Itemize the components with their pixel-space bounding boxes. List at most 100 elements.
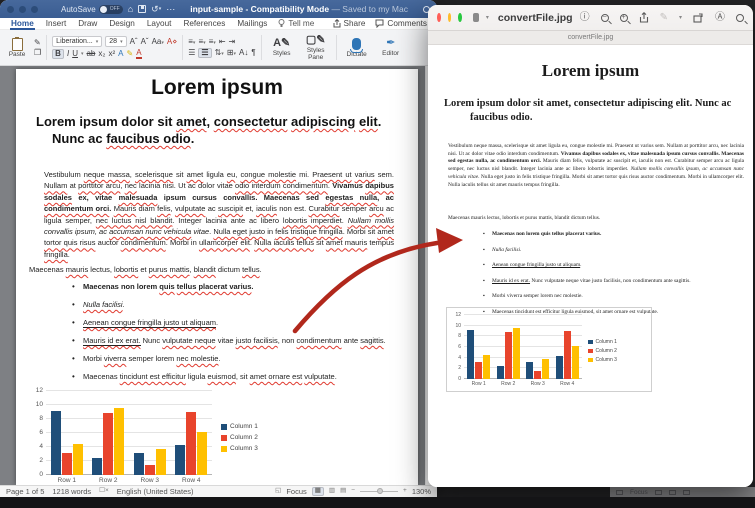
zoom-window-icon[interactable] [458, 13, 462, 22]
sidebar-icon[interactable] [473, 13, 479, 22]
bullet-list-icon[interactable]: ≡▾ [188, 38, 195, 46]
autosave-toggle[interactable]: OFF [99, 5, 123, 14]
styles-pane-label: Styles Pane [301, 47, 331, 61]
web-layout-view-icon[interactable]: ▥ [329, 488, 335, 495]
align-left-icon[interactable]: ☰ [188, 49, 195, 57]
language-indicator[interactable]: English (United States) [117, 487, 194, 496]
close-window-icon[interactable] [437, 13, 441, 22]
tab-layout[interactable]: Layout [146, 19, 173, 28]
markup-pencil-icon[interactable]: ✎ [660, 13, 668, 23]
multilevel-list-icon[interactable]: ≡▾ [209, 38, 216, 46]
autosave-state: OFF [110, 6, 120, 12]
preview-window: ▾ convertFile.jpg ⓘ − + ✎ ▾ Ⓐ convertFil… [428, 5, 753, 487]
styles-icon: A✎ [273, 38, 290, 49]
zoom-window-icon[interactable] [31, 6, 38, 13]
share-button[interactable]: Share [333, 19, 366, 28]
bold-button[interactable]: B [52, 49, 64, 59]
focus-button[interactable]: Focus [286, 487, 306, 496]
chevron-down-icon[interactable]: ▾ [486, 14, 489, 21]
editor-button[interactable]: ✒ Editor [376, 32, 406, 63]
align-justify-icon[interactable]: ☰ [198, 48, 211, 58]
grow-font-icon[interactable]: Aˆ [130, 38, 138, 46]
proofing-icon[interactable]: ☐× [99, 488, 109, 495]
zoom-slider[interactable] [360, 491, 398, 493]
font-color-icon[interactable]: A [136, 49, 141, 59]
dictate-button[interactable]: Dictate [342, 32, 372, 63]
tab-draw[interactable]: Draw [77, 19, 98, 28]
search-icon[interactable] [736, 14, 744, 22]
zoom-percent[interactable]: 130% [412, 487, 431, 496]
copy-icon[interactable]: ❐ [34, 49, 41, 57]
zoom-out-icon[interactable]: − [601, 14, 609, 22]
window-title: input-sample - Compatibility Mode — Save… [180, 4, 418, 14]
line-spacing-icon[interactable]: ⇅▾ [215, 49, 224, 57]
tab-references[interactable]: References [182, 19, 226, 28]
styles-pane-button[interactable]: ▢✎ Styles Pane [301, 32, 331, 63]
page-indicator[interactable]: Page 1 of 5 [6, 487, 44, 496]
ellipsis-icon[interactable]: ⋯ [166, 5, 175, 14]
share-icon[interactable] [639, 12, 649, 23]
underline-button[interactable]: U [72, 50, 78, 58]
outline-view-icon[interactable]: ▤ [340, 488, 346, 495]
tab-design[interactable]: Design [108, 19, 136, 28]
strikethrough-button[interactable]: ab [86, 50, 95, 58]
styles-label: Styles [273, 50, 291, 57]
bar-column-1 [556, 356, 563, 379]
doc-bar-chart: 024681012Row 1Row 2Row 3Row 4Column 1Col… [446, 307, 652, 392]
font-size-select[interactable]: 28 ▾ [105, 36, 126, 47]
numbered-list-icon[interactable]: ≡▾ [198, 38, 205, 46]
save-icon[interactable] [138, 5, 146, 13]
close-window-icon[interactable] [7, 6, 14, 13]
legend-item: Column 1 [588, 339, 617, 345]
bullet-item: Morbi viverra semper lorem nec molestie. [483, 293, 745, 300]
undo-icon[interactable]: ↺▾ [151, 5, 161, 14]
document-page[interactable]: Lorem ipsum Lorem ipsum dolor sit amet, … [16, 69, 418, 485]
indent-icon[interactable]: ⇥ [229, 38, 236, 46]
zoom-in-icon[interactable]: + [620, 14, 628, 22]
tab-tell-me[interactable]: Tell me [278, 19, 314, 28]
superscript-button[interactable]: x² [109, 50, 116, 58]
comments-button[interactable]: Comments [375, 19, 427, 28]
focus-icon: ◱ [275, 488, 281, 495]
italic-button[interactable]: I [67, 50, 69, 58]
bullet-item: Mauris id ex erat. Nunc vulputate neque … [483, 278, 745, 285]
font-name-value: Liberation... [56, 38, 93, 45]
styles-button[interactable]: A✎ Styles [267, 32, 297, 63]
tab-mailings[interactable]: Mailings [236, 19, 268, 28]
doc-bar-chart[interactable]: 024681012Row 1Row 2Row 3Row 4Column 1Col… [46, 391, 258, 484]
sort-icon[interactable]: A↓ [239, 49, 248, 57]
bullet-item: Maecenas tincidunt est efficitur ligula … [72, 372, 408, 383]
shrink-font-icon[interactable]: Aˇ [141, 38, 149, 46]
zoom-in-button[interactable]: + [403, 488, 407, 495]
highlight-icon[interactable]: ✎ [127, 50, 134, 58]
tab-insert[interactable]: Insert [45, 19, 67, 28]
info-icon[interactable]: ⓘ [580, 13, 590, 23]
rotate-icon[interactable] [693, 13, 704, 23]
home-icon[interactable]: ⌂ [128, 5, 133, 14]
pilcrow-icon[interactable]: ¶ [251, 49, 255, 57]
chevron-down-icon[interactable]: ▾ [679, 14, 682, 21]
word-count[interactable]: 1218 words [52, 487, 91, 496]
paste-button[interactable]: Paste [4, 32, 30, 63]
change-case-icon[interactable]: Aa▾ [152, 38, 164, 46]
minimize-window-icon[interactable] [448, 13, 452, 22]
outdent-icon[interactable]: ⇤ [219, 38, 226, 46]
format-painter-icon[interactable]: ✎ [34, 39, 41, 47]
clear-format-icon[interactable]: A⋄ [167, 38, 177, 46]
view-icon [655, 490, 662, 495]
autosave-control[interactable]: AutoSave OFF [61, 5, 123, 14]
font-name-select[interactable]: Liberation... ▾ [52, 36, 102, 47]
annotate-icon[interactable]: Ⓐ [715, 13, 725, 23]
subscript-button[interactable]: x₂ [98, 50, 105, 58]
zoom-out-button[interactable]: − [351, 488, 355, 495]
bar-column-3 [513, 328, 520, 379]
zoom-slider-knob[interactable] [377, 488, 383, 494]
editor-label: Editor [382, 50, 399, 57]
comments-label: Comments [387, 19, 427, 28]
borders-icon[interactable]: ⊞▾ [227, 49, 236, 57]
minimize-window-icon[interactable] [19, 6, 26, 13]
text-effects-icon[interactable]: A [118, 50, 123, 58]
editor-pen-icon: ✒ [386, 38, 395, 49]
print-layout-view-icon[interactable]: ▦ [312, 487, 324, 496]
tab-home[interactable]: Home [10, 19, 35, 28]
